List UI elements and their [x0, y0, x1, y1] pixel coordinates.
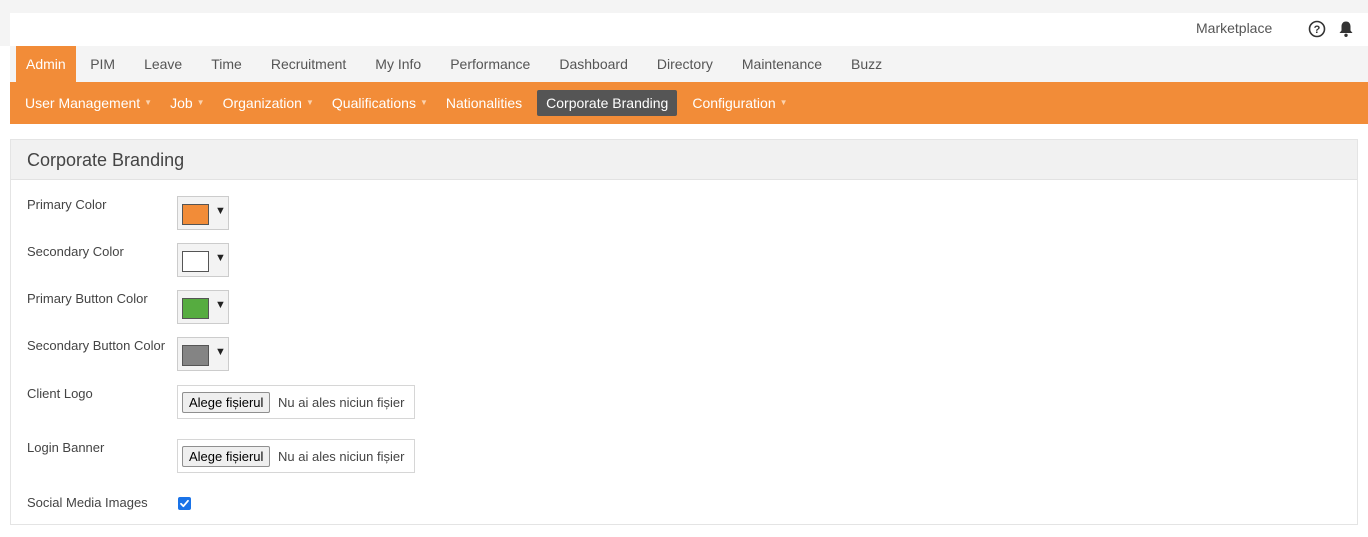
- social-media-images-checkbox[interactable]: [178, 497, 191, 510]
- submenu-nationalities[interactable]: Nationalities: [437, 90, 531, 116]
- submenu-label: Nationalities: [445, 95, 523, 111]
- submenu-label: Organization: [222, 95, 302, 111]
- menu-recruitment[interactable]: Recruitment: [256, 46, 360, 82]
- submenu-label: Configuration: [692, 95, 776, 111]
- login-banner-choose-button[interactable]: Alege fișierul: [182, 446, 271, 467]
- submenu-label: User Management: [25, 95, 141, 111]
- submenu-label: Qualifications: [331, 95, 416, 111]
- menu-buzz[interactable]: Buzz: [837, 46, 897, 82]
- login-banner-file-input: Alege fișierul Nu ai ales niciun fișier: [177, 439, 415, 473]
- secondary-button-color-picker[interactable]: ▼: [177, 337, 229, 371]
- submenu-corporate-branding[interactable]: Corporate Branding: [537, 90, 678, 116]
- submenu-configuration[interactable]: Configuration ▼: [683, 90, 796, 116]
- submenu-user-management[interactable]: User Management ▼: [16, 90, 161, 116]
- help-icon[interactable]: ?: [1308, 20, 1326, 38]
- menu-time[interactable]: Time: [197, 46, 257, 82]
- primary-button-color-picker[interactable]: ▼: [177, 290, 229, 324]
- svg-text:?: ?: [1314, 24, 1321, 36]
- dropdown-arrow-icon: ▼: [215, 346, 226, 358]
- panel-title: Corporate Branding: [11, 140, 1357, 180]
- check-icon: [180, 499, 189, 508]
- primary-button-color-swatch: [182, 298, 209, 319]
- primary-color-picker[interactable]: ▼: [177, 196, 229, 230]
- menu-admin[interactable]: Admin: [16, 46, 76, 82]
- submenu-label: Corporate Branding: [546, 95, 669, 111]
- menu-performance[interactable]: Performance: [436, 46, 545, 82]
- secondary-button-color-label: Secondary Button Color: [27, 338, 166, 353]
- menu-directory[interactable]: Directory: [642, 46, 727, 82]
- social-media-images-label: Social Media Images: [27, 495, 148, 510]
- login-banner-label: Login Banner: [27, 440, 105, 455]
- secondary-button-color-swatch: [182, 345, 209, 366]
- caret-down-icon: ▼: [196, 98, 205, 107]
- menu-leave[interactable]: Leave: [130, 46, 197, 82]
- secondary-color-label: Secondary Color: [27, 244, 124, 259]
- submenu-organization[interactable]: Organization ▼: [214, 90, 323, 116]
- client-logo-file-status: Nu ai ales niciun fișier: [278, 395, 405, 410]
- menu-dashboard[interactable]: Dashboard: [545, 46, 643, 82]
- main-menu: Admin PIM Leave Time Recruitment My Info…: [10, 46, 1368, 82]
- primary-button-color-label: Primary Button Color: [27, 291, 148, 306]
- header-strip: [10, 13, 1368, 46]
- secondary-color-swatch: [182, 251, 209, 272]
- submenu-label: Job: [170, 95, 193, 111]
- bell-icon[interactable]: [1338, 20, 1354, 38]
- caret-down-icon: ▼: [779, 98, 788, 107]
- dropdown-arrow-icon: ▼: [215, 299, 226, 311]
- caret-down-icon: ▼: [305, 98, 314, 107]
- client-logo-choose-button[interactable]: Alege fișierul: [182, 392, 271, 413]
- menu-maintenance[interactable]: Maintenance: [727, 46, 836, 82]
- submenu-job[interactable]: Job ▼: [161, 90, 214, 116]
- submenu-qualifications[interactable]: Qualifications ▼: [323, 90, 437, 116]
- menu-my-info[interactable]: My Info: [361, 46, 436, 82]
- primary-color-swatch: [182, 204, 209, 225]
- menu-pim[interactable]: PIM: [76, 46, 130, 82]
- caret-down-icon: ▼: [144, 98, 153, 107]
- marketplace-link[interactable]: Marketplace: [1196, 20, 1272, 36]
- caret-down-icon: ▼: [419, 98, 428, 107]
- sub-menu: User Management ▼ Job ▼ Organization ▼ Qual…: [10, 82, 1368, 124]
- corporate-branding-panel: Corporate Branding Primary Color ▼ Secon…: [10, 139, 1358, 525]
- dropdown-arrow-icon: ▼: [215, 205, 226, 217]
- secondary-color-picker[interactable]: ▼: [177, 243, 229, 277]
- decorative-mark: [1360, 185, 1366, 193]
- dropdown-arrow-icon: ▼: [215, 252, 226, 264]
- primary-color-label: Primary Color: [27, 197, 107, 212]
- client-logo-label: Client Logo: [27, 386, 93, 401]
- client-logo-file-input: Alege fișierul Nu ai ales niciun fișier: [177, 385, 415, 419]
- login-banner-file-status: Nu ai ales niciun fișier: [278, 449, 405, 464]
